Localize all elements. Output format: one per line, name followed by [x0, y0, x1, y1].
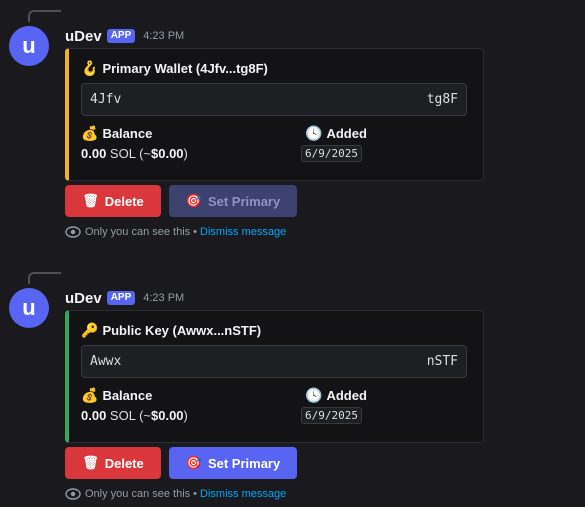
delete-label: Delete [104, 455, 144, 471]
balance-unit: SOL (~ [106, 146, 151, 161]
wallet-embed: 🔑 Public Key (Awwx...nSTF) Awwx nSTF 💰 B… [65, 310, 484, 443]
delete-button[interactable]: 🗑 Delete [65, 447, 161, 479]
avatar[interactable]: u [9, 288, 49, 328]
balance-usd: $0.00 [151, 146, 184, 161]
message-header: uDev APP 4:23 PM [65, 289, 184, 307]
hook-icon: 🪝 [81, 60, 99, 77]
message-header: uDev APP 4:23 PM [65, 27, 184, 45]
set-primary-label: Set Primary [207, 455, 281, 471]
trash-icon: 🗑 [82, 193, 99, 209]
reply-spine [28, 10, 61, 22]
address-codeblock[interactable]: 4Jfv tg8F [81, 83, 467, 116]
set-primary-label: Set Primary [207, 193, 281, 209]
balance-value: 0.00 SOL (~$0.00) [81, 146, 188, 161]
balance-sol: 0.00 [81, 146, 107, 161]
timestamp[interactable]: 4:23 PM [143, 292, 184, 304]
balance-label: Balance [102, 388, 153, 403]
address-start: 4Jfv [90, 92, 122, 107]
address-end: tg8F [426, 92, 458, 107]
balance-usd: $0.00 [151, 408, 184, 423]
only-you-text: Only you can see this [85, 488, 191, 500]
balance-value: 0.00 SOL (~$0.00) [81, 408, 188, 423]
clock-icon: 🕓 [305, 125, 323, 142]
target-icon: 🎯 [185, 193, 202, 209]
added-label: Added [326, 126, 367, 141]
set-primary-button[interactable]: 🎯 Set Primary [169, 447, 297, 479]
money-bag-icon: 💰 [81, 387, 99, 404]
app-badge: APP [106, 29, 136, 43]
separator: • [193, 488, 198, 500]
embed-title-text: Primary Wallet (4Jfv...tg8F) [102, 61, 268, 76]
balance-field-name: 💰 Balance [81, 126, 152, 141]
added-label: Added [326, 388, 367, 403]
set-primary-button[interactable]: 🎯 Set Primary [169, 185, 297, 217]
embed-title: 🔑 Public Key (Awwx...nSTF) [81, 323, 261, 338]
eye-icon [65, 488, 81, 500]
balance-label: Balance [102, 126, 153, 141]
app-badge: APP [106, 291, 136, 305]
address-start: Awwx [90, 354, 122, 369]
balance-close: ) [183, 408, 188, 423]
address-end: nSTF [426, 354, 458, 369]
dismiss-message-link[interactable]: Dismiss message [200, 226, 286, 238]
balance-field-name: 💰 Balance [81, 388, 152, 403]
address-codeblock[interactable]: Awwx nSTF [81, 345, 467, 378]
key-icon: 🔑 [81, 322, 99, 339]
delete-label: Delete [104, 193, 144, 209]
money-bag-icon: 💰 [81, 125, 99, 142]
added-date: 6/9/2025 [301, 407, 362, 424]
target-icon: 🎯 [185, 455, 202, 471]
avatar[interactable]: u [9, 26, 49, 66]
delete-button[interactable]: 🗑 Delete [65, 185, 161, 217]
dismiss-message-link[interactable]: Dismiss message [200, 488, 286, 500]
embed-title: 🪝 Primary Wallet (4Jfv...tg8F) [81, 61, 268, 76]
wallet-embed: 🪝 Primary Wallet (4Jfv...tg8F) 4Jfv tg8F… [65, 48, 484, 181]
added-field-name: 🕓 Added [305, 126, 367, 141]
added-field-name: 🕓 Added [305, 388, 367, 403]
balance-sol: 0.00 [81, 408, 107, 423]
trash-icon: 🗑 [82, 455, 99, 471]
eye-icon [65, 226, 81, 238]
added-date: 6/9/2025 [301, 145, 362, 162]
balance-unit: SOL (~ [106, 408, 151, 423]
ephemeral-notice: Only you can see this • Dismiss message [65, 488, 286, 500]
embed-title-text: Public Key (Awwx...nSTF) [102, 323, 262, 338]
timestamp[interactable]: 4:23 PM [143, 30, 184, 42]
ephemeral-notice: Only you can see this • Dismiss message [65, 226, 286, 238]
clock-icon: 🕓 [305, 387, 323, 404]
username[interactable]: uDev [65, 28, 102, 45]
separator: • [193, 226, 198, 238]
only-you-text: Only you can see this [85, 226, 191, 238]
balance-close: ) [183, 146, 188, 161]
username[interactable]: uDev [65, 290, 102, 307]
reply-spine [28, 272, 61, 284]
